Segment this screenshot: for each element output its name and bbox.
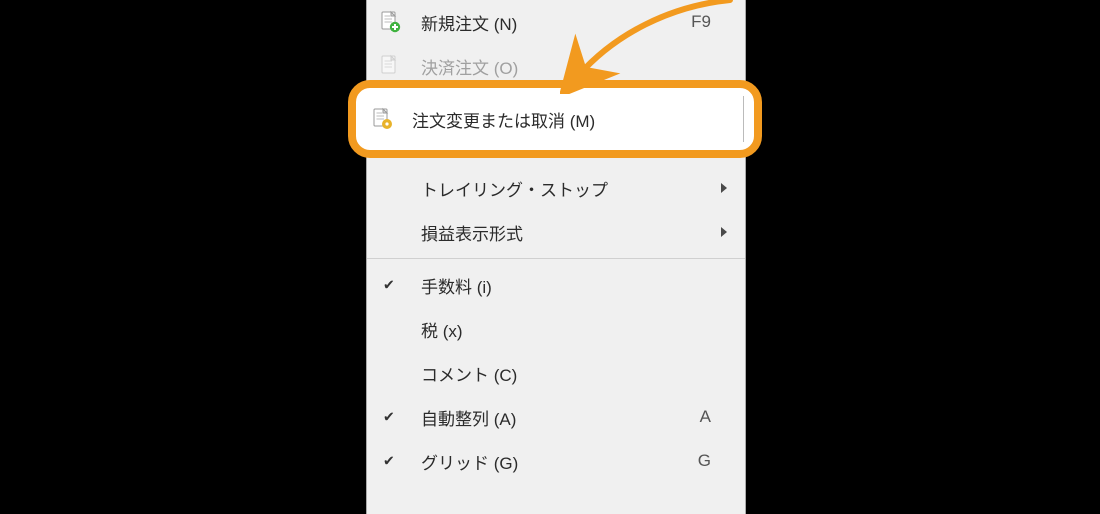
menu-separator [367, 258, 745, 259]
menu-item-shortcut: A [700, 407, 711, 427]
menu-item-label: 注文変更または取消 (M) [412, 107, 595, 132]
menu-item-new-order[interactable]: 新規注文 (N) F9 [367, 0, 745, 44]
menu-item-label: トレイリング・ストップ [421, 176, 608, 201]
menu-item-modify-order[interactable]: 注文変更または取消 (M) [356, 88, 754, 150]
menu-item-comment[interactable]: コメント (C) [367, 351, 745, 395]
chevron-right-icon [721, 183, 727, 193]
menu-item-shortcut: F9 [691, 12, 711, 32]
menu-item-label: グリッド (G) [421, 449, 518, 474]
menu-item-label: 新規注文 (N) [421, 10, 517, 35]
check-icon: ✔ [383, 277, 395, 294]
menu-item-pl-format[interactable]: 損益表示形式 [367, 210, 745, 254]
doc-icon [378, 54, 402, 78]
menu-item-auto-arrange[interactable]: ✔ 自動整列 (A) A [367, 395, 745, 439]
check-icon: ✔ [383, 453, 395, 470]
menu-item-commission[interactable]: ✔ 手数料 (i) [367, 263, 745, 307]
menu-item-label: コメント (C) [421, 361, 517, 386]
callout-divider [743, 96, 744, 142]
menu-item-label: 決済注文 (O) [421, 54, 518, 79]
highlight-callout: 注文変更または取消 (M) [348, 80, 762, 158]
menu-item-shortcut: G [698, 451, 711, 471]
menu-item-tax[interactable]: 税 (x) [367, 307, 745, 351]
menu-item-label: 税 (x) [421, 317, 463, 342]
chevron-right-icon [721, 227, 727, 237]
check-icon: ✔ [383, 409, 395, 426]
doc-plus-icon [378, 10, 402, 34]
menu-item-label: 手数料 (i) [421, 273, 492, 298]
context-menu: 新規注文 (N) F9 決済注文 (O) トレイリング・ストップ 損益表示形式 … [366, 0, 746, 514]
menu-item-label: 損益表示形式 [421, 220, 523, 245]
menu-item-grid[interactable]: ✔ グリッド (G) G [367, 439, 745, 483]
menu-item-trailing-stop[interactable]: トレイリング・ストップ [367, 166, 745, 210]
doc-gear-icon [370, 107, 394, 131]
menu-item-label: 自動整列 (A) [421, 405, 516, 430]
